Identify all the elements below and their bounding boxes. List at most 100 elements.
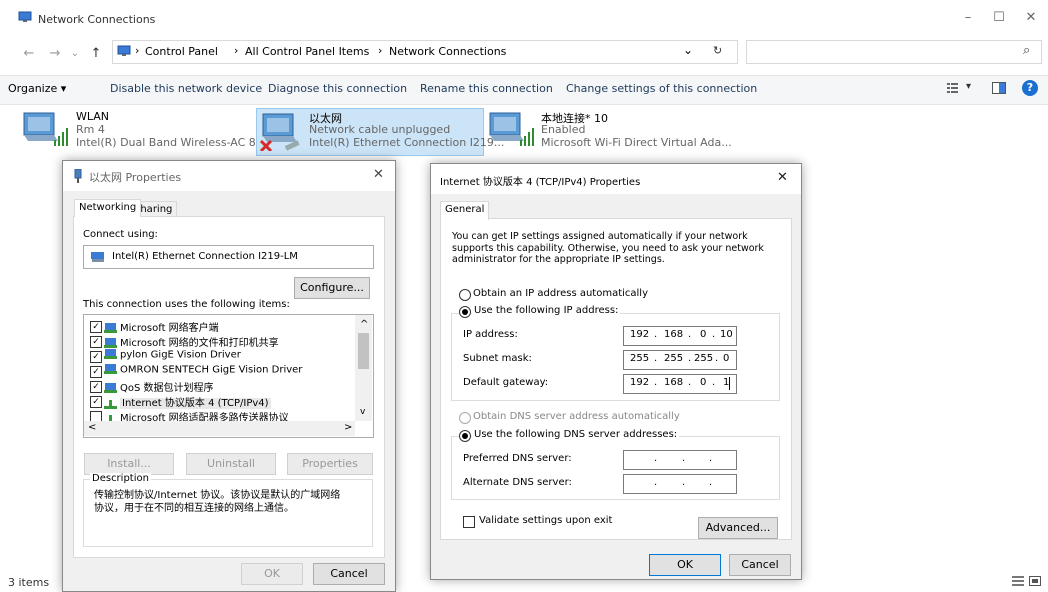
preferred-dns-input[interactable]: . . . — [623, 450, 737, 470]
scroll-right-icon[interactable]: > — [344, 422, 352, 433]
dot: . — [654, 329, 658, 340]
ok-button[interactable]: OK — [241, 563, 303, 585]
address-dropdown-icon[interactable]: ⌄ — [683, 43, 693, 57]
properties-button[interactable]: Properties — [287, 453, 373, 475]
search-input[interactable]: ⌕ — [746, 40, 1042, 64]
list-item[interactable]: ✓ Microsoft 网络的文件和打印机共享 — [90, 334, 279, 349]
default-gateway-label: Default gateway: — [463, 377, 549, 388]
obtain-ip-auto-radio[interactable] — [459, 289, 471, 301]
connection-device: Intel(R) Dual Band Wireless-AC 82... — [76, 136, 274, 149]
list-item[interactable]: ✓ QoS 数据包计划程序 — [90, 379, 214, 394]
back-button[interactable]: ← — [20, 44, 38, 64]
validate-checkbox[interactable] — [463, 516, 475, 528]
item-checkbox[interactable]: ✓ — [90, 336, 102, 348]
horizontal-scrollbar[interactable]: < > — [84, 421, 355, 436]
obtain-dns-auto-label[interactable]: Obtain DNS server address automatically — [473, 411, 680, 422]
items-label: This connection uses the following items… — [83, 299, 290, 310]
close-window-button[interactable]: ✕ — [1019, 8, 1043, 28]
alternate-dns-input[interactable]: . . . — [623, 474, 737, 494]
ip-address-input[interactable]: 192. 168. 0. 10 — [623, 326, 737, 346]
components-list[interactable]: ✓ Microsoft 网络客户端 ✓ Microsoft 网络的文件和打印机共… — [83, 314, 374, 438]
help-icon[interactable]: ? — [1022, 80, 1038, 96]
scroll-thumb[interactable] — [358, 333, 369, 369]
connection-item-ethernet[interactable]: 以太网 Network cable unplugged Intel(R) Eth… — [256, 108, 504, 156]
item-checkbox[interactable]: ✓ — [90, 321, 102, 333]
install-button[interactable]: Install... — [84, 453, 174, 475]
vertical-scrollbar[interactable]: ^ v — [355, 315, 372, 421]
uninstall-button[interactable]: Uninstall — [186, 453, 276, 475]
item-checkbox[interactable]: ✓ — [90, 366, 102, 378]
control-panel-icon — [117, 45, 131, 57]
use-static-ip-label[interactable]: Use the following IP address: — [472, 305, 621, 316]
address-bar[interactable]: › Control Panel › All Control Panel Item… — [112, 40, 738, 64]
tab-networking[interactable]: Networking — [74, 199, 142, 217]
cancel-button[interactable]: Cancel — [313, 563, 385, 585]
organize-menu[interactable]: Organize ▾ — [8, 82, 66, 95]
disable-device-button[interactable]: Disable this network device — [110, 82, 262, 95]
validate-label[interactable]: Validate settings upon exit — [479, 515, 612, 526]
obtain-ip-auto-label[interactable]: Obtain an IP address automatically — [473, 288, 648, 299]
network-client-icon — [104, 364, 117, 375]
scroll-down-icon[interactable]: v — [360, 407, 365, 417]
view-options-icon[interactable] — [947, 82, 959, 94]
advanced-button[interactable]: Advanced... — [698, 517, 778, 539]
search-icon[interactable]: ⌕ — [1023, 43, 1030, 58]
maximize-button[interactable]: ☐ — [987, 8, 1011, 28]
scroll-left-icon[interactable]: < — [88, 422, 96, 433]
subnet-mask-input[interactable]: 255. 255. 255. 0 — [623, 350, 737, 370]
diagnose-button[interactable]: Diagnose this connection — [268, 82, 407, 95]
recent-locations-button[interactable]: ⌄ — [66, 44, 84, 64]
description-label: Description — [90, 473, 151, 484]
up-button[interactable]: ↑ — [87, 44, 105, 64]
dot: . — [712, 377, 716, 388]
refresh-icon[interactable]: ↻ — [713, 44, 722, 57]
wlan-adapter-icon — [22, 110, 70, 150]
network-connections-icon — [18, 11, 32, 23]
details-view-icon[interactable] — [1012, 576, 1024, 586]
dot: . — [654, 477, 658, 488]
close-icon[interactable]: ✕ — [373, 167, 384, 182]
preview-pane-icon[interactable] — [992, 82, 1006, 94]
breadcrumb-separator: › — [234, 44, 239, 57]
large-icons-view-icon[interactable] — [1029, 576, 1041, 586]
configure-button[interactable]: Configure... — [294, 277, 370, 299]
dialog-title: Internet 协议版本 4 (TCP/IPv4) Properties — [440, 177, 641, 188]
view-dropdown-icon[interactable]: ▾ — [966, 81, 971, 92]
breadcrumb-all-items[interactable]: All Control Panel Items — [245, 45, 369, 58]
dot: . — [688, 353, 692, 364]
description-text: 传输控制协议/Internet 协议。该协议是默认的广域网络协议，用于在不同的相… — [94, 490, 341, 514]
use-static-ip-radio[interactable] — [459, 306, 471, 318]
dot: . — [654, 453, 658, 464]
dot: . — [654, 377, 658, 388]
tab-general[interactable]: General — [440, 201, 490, 220]
cancel-button[interactable]: Cancel — [729, 554, 791, 576]
preferred-dns-label: Preferred DNS server: — [463, 453, 572, 464]
general-panel: You can get IP settings assigned automat… — [440, 218, 792, 540]
octet: 192 — [630, 377, 650, 388]
scroll-up-icon[interactable]: ^ — [360, 319, 368, 330]
forward-button[interactable]: → — [46, 44, 64, 64]
adapter-name: Intel(R) Ethernet Connection I219-LM — [112, 251, 298, 262]
change-settings-button[interactable]: Change settings of this connection — [566, 82, 757, 95]
list-item-selected[interactable]: ✓ Internet 协议版本 4 (TCP/IPv4) — [90, 394, 271, 409]
list-item[interactable]: ✓ OMRON SENTECH GigE Vision Driver — [90, 364, 302, 379]
item-checkbox[interactable]: ✓ — [90, 351, 102, 363]
list-item[interactable]: ✓ Microsoft 网络客户端 — [90, 319, 219, 334]
connection-item-wlan[interactable]: WLAN Rm 4 Intel(R) Dual Band Wireless-AC… — [22, 110, 273, 158]
ok-button[interactable]: OK — [649, 554, 721, 576]
use-dns-radio[interactable] — [459, 430, 471, 442]
title-bar — [0, 0, 1048, 40]
breadcrumb-control-panel[interactable]: Control Panel — [145, 45, 218, 58]
obtain-dns-auto-radio[interactable] — [459, 412, 471, 424]
minimize-button[interactable]: – — [956, 8, 980, 28]
default-gateway-input[interactable]: 192. 168. 0. 1 — [623, 374, 737, 394]
connection-item-local[interactable]: 本地连接* 10 Enabled Microsoft Wi-Fi Direct … — [488, 110, 732, 158]
use-dns-label[interactable]: Use the following DNS server addresses: — [472, 429, 680, 440]
breadcrumb-network-connections[interactable]: Network Connections — [389, 45, 506, 58]
item-checkbox[interactable]: ✓ — [90, 396, 102, 408]
item-checkbox[interactable]: ✓ — [90, 381, 102, 393]
list-item[interactable]: ✓ pylon GigE Vision Driver — [90, 349, 241, 364]
dot: . — [682, 453, 686, 464]
close-icon[interactable]: ✕ — [777, 170, 788, 185]
rename-button[interactable]: Rename this connection — [420, 82, 553, 95]
